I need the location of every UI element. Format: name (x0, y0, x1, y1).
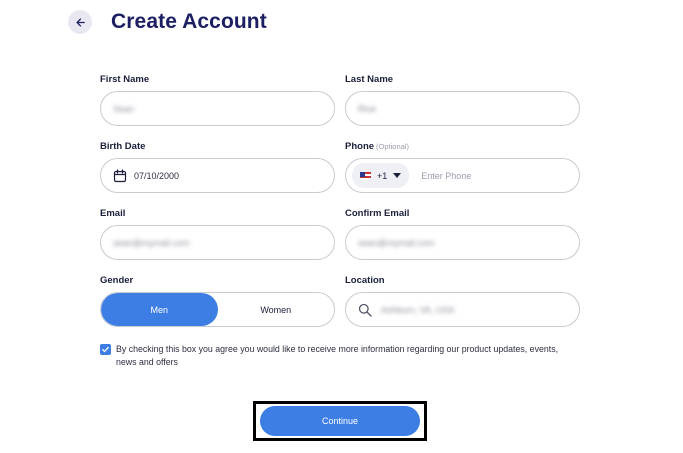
page-title: Create Account (111, 10, 267, 33)
caret-down-icon (393, 173, 402, 178)
location-group: Location Ashburn, VA, USA (345, 274, 580, 327)
optional-tag: (Optional) (376, 142, 409, 151)
confirm-email-input[interactable]: sean@mymail.com (345, 225, 580, 260)
phone-group: Phone (Optional) +1 Enter Phone (345, 140, 580, 193)
birth-date-label: Birth Date (100, 141, 146, 152)
check-icon (102, 346, 109, 353)
continue-button[interactable]: Continue (260, 406, 420, 436)
birth-date-input[interactable]: 07/10/2000 (100, 158, 335, 193)
arrow-left-icon (75, 17, 85, 27)
gender-label: Gender (100, 275, 134, 286)
country-code-value: +1 (377, 170, 388, 181)
location-value: Ashburn, VA, USA (381, 304, 455, 315)
last-name-input[interactable]: Rive (345, 91, 580, 126)
first-name-value: Sean (113, 103, 135, 114)
gender-option-women[interactable]: Women (218, 293, 335, 326)
email-input[interactable]: sean@mymail.com (100, 225, 335, 260)
first-name-input[interactable]: Sean (100, 91, 335, 126)
confirm-email-value: sean@mymail.com (358, 237, 435, 248)
continue-highlight: Continue (253, 401, 427, 441)
country-code-select[interactable]: +1 (352, 163, 410, 188)
consent-row: By checking this box you agree you would… (100, 343, 560, 369)
phone-input[interactable]: Enter Phone (421, 171, 471, 181)
last-name-group: Last Name Rive (345, 73, 580, 126)
email-label: Email (100, 208, 126, 219)
birth-date-group: Birth Date 07/10/2000 (100, 140, 335, 193)
consent-text: By checking this box you agree you would… (116, 344, 559, 367)
gender-group: Gender Men Women (100, 274, 335, 327)
phone-field: +1 Enter Phone (345, 158, 580, 193)
search-icon (358, 303, 372, 317)
us-flag-icon (360, 171, 371, 180)
phone-label: Phone (Optional) (345, 141, 409, 152)
calendar-icon (113, 168, 127, 183)
consent-checkbox[interactable] (100, 344, 111, 355)
gender-option-men[interactable]: Men (101, 293, 218, 326)
location-label: Location (345, 275, 385, 286)
confirm-email-label: Confirm Email (345, 208, 410, 219)
first-name-label: First Name (100, 74, 150, 85)
header: Create Account (68, 10, 267, 34)
email-group: Email sean@mymail.com (100, 207, 335, 260)
confirm-email-group: Confirm Email sean@mymail.com (345, 207, 580, 260)
birth-date-value: 07/10/2000 (134, 170, 180, 181)
back-button[interactable] (68, 10, 92, 34)
first-name-group: First Name Sean (100, 73, 335, 126)
gender-toggle: Men Women (100, 292, 335, 327)
location-input[interactable]: Ashburn, VA, USA (345, 292, 580, 327)
last-name-label: Last Name (345, 74, 394, 85)
email-value: sean@mymail.com (113, 237, 190, 248)
last-name-value: Rive (358, 103, 377, 114)
